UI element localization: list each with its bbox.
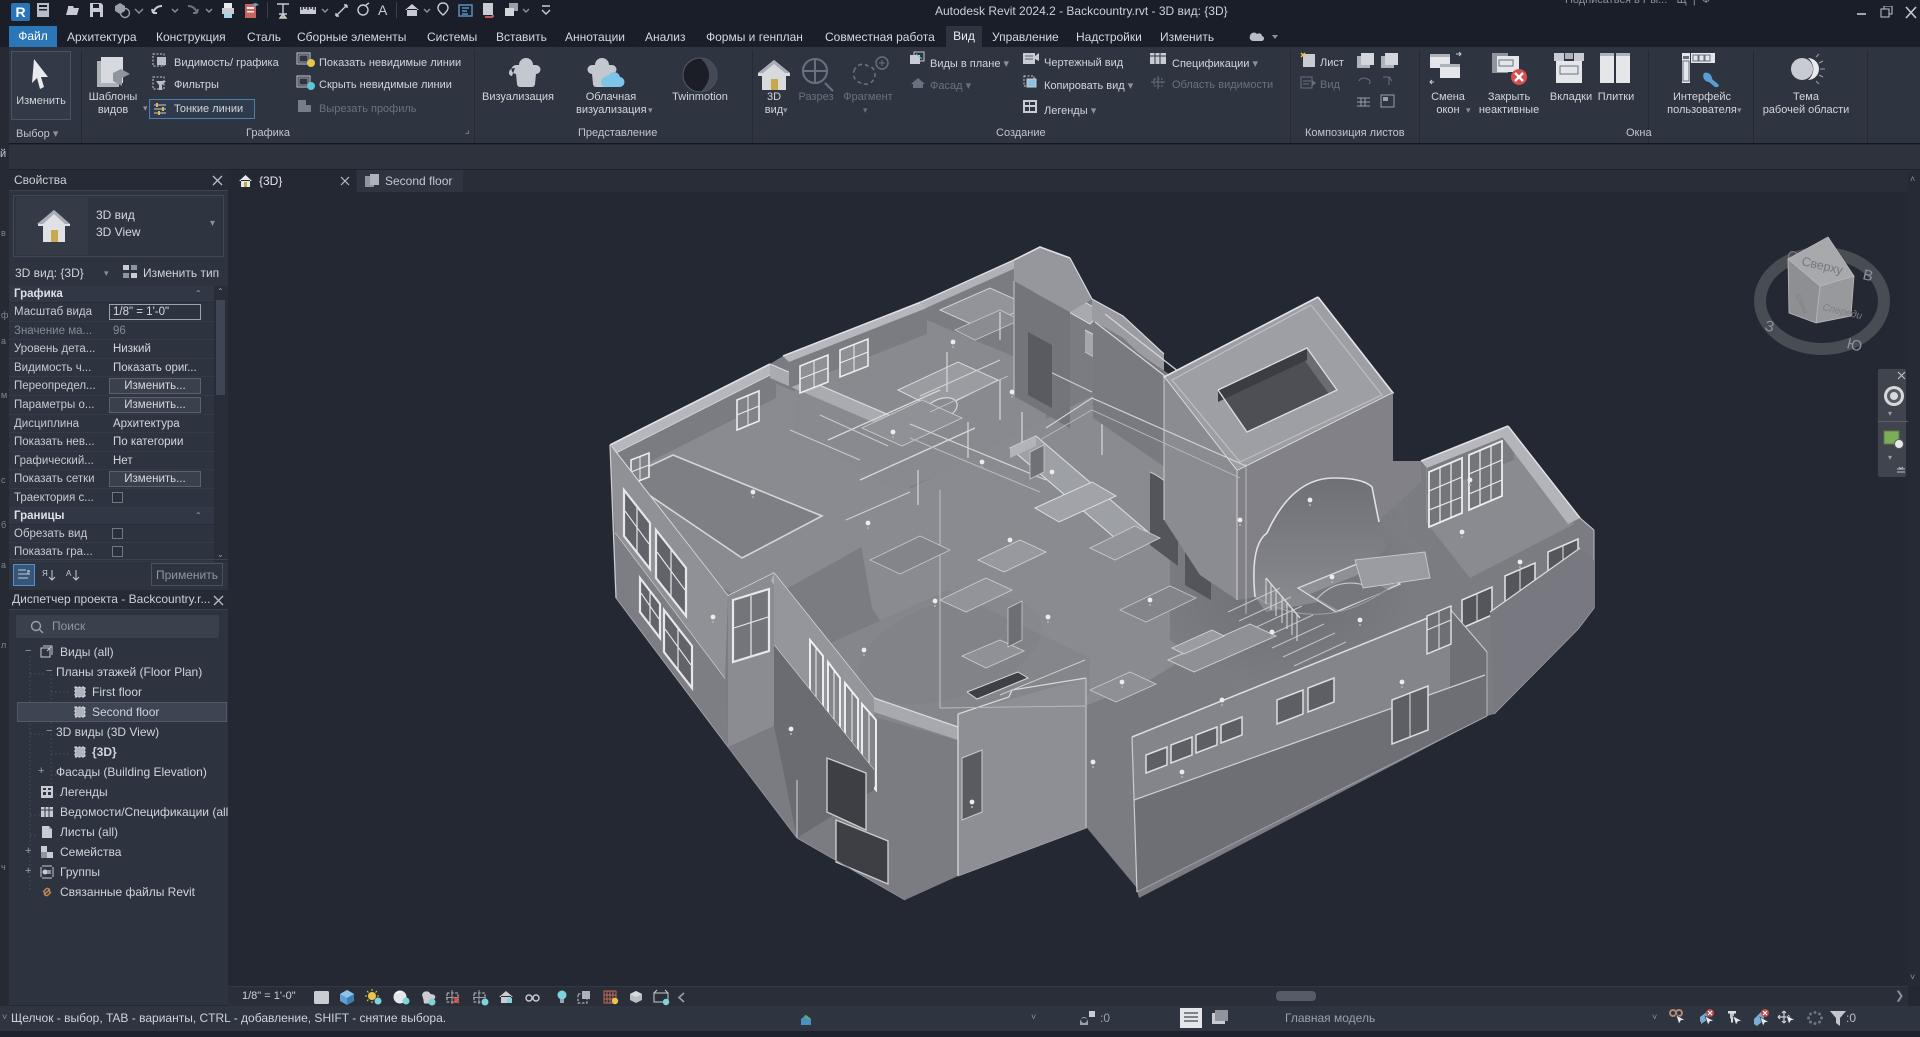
svg-text:A: A	[378, 2, 388, 18]
svg-text:Ю: Ю	[1845, 335, 1864, 355]
svg-text:Я: Я	[42, 569, 48, 578]
svg-text:A: A	[66, 569, 72, 578]
